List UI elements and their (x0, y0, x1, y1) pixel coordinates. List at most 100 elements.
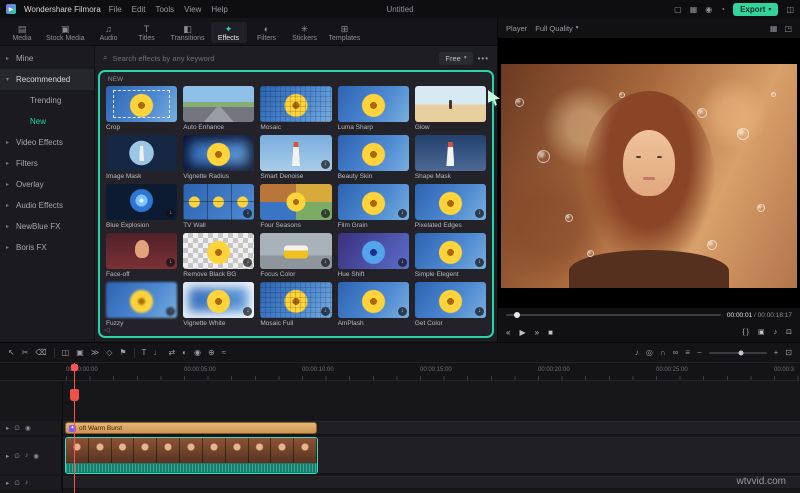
mixer-icon[interactable]: ♪ (635, 348, 639, 357)
fit-timeline-icon[interactable]: ⊡ (785, 348, 792, 357)
detach-window-icon[interactable]: ◳ (784, 24, 792, 33)
effect-item-shape-mask[interactable]: Shape Mask (414, 135, 486, 180)
menu-tools[interactable]: Tools (155, 5, 174, 14)
record-icon[interactable]: ◎ (646, 348, 653, 357)
effect-item-hue-shift[interactable]: ↓ Hue Shift (337, 233, 409, 278)
sidebar-item-trending[interactable]: Trending (0, 90, 94, 111)
quality-dropdown[interactable]: Full Quality ▾ (535, 24, 578, 33)
sidebar-item-new[interactable]: New (0, 111, 94, 132)
effect-item-vignette-white[interactable]: ↓ Vignette White (183, 282, 255, 327)
zoom-knob[interactable] (738, 350, 744, 355)
effect-item-focus-color[interactable]: ↓ Focus Color (260, 233, 332, 278)
sidebar-item-audio-effects[interactable]: ▸ Audio Effects (0, 195, 94, 216)
effect-item-amplash[interactable]: ↓ AmPlash (337, 282, 409, 327)
effect-item-crop[interactable]: Crop (106, 86, 178, 131)
effect-item-blue-explosion[interactable]: ↓ Blue Explosion (106, 184, 178, 229)
effect-clip[interactable]: ✦ oft Warm Burst (65, 422, 317, 434)
more-options-icon[interactable]: ••• (478, 54, 489, 63)
tab-filters[interactable]: ◐ Filters (249, 22, 285, 43)
split-icon[interactable]: ◫ (62, 348, 70, 357)
effect-item-luma-sharp[interactable]: Luma Sharp (337, 86, 409, 131)
seek-knob[interactable] (513, 312, 520, 318)
search-input[interactable] (112, 53, 435, 63)
tab-media[interactable]: ▤ Media (4, 22, 40, 43)
manage-tracks-icon[interactable]: ≡ (685, 348, 690, 357)
mark-in-out-icon[interactable]: { } (742, 329, 749, 336)
sidebar-item-recommended[interactable]: ▾ Recommended (0, 69, 94, 90)
effect-track-header[interactable]: ▸ ∅ ◉ (0, 421, 62, 435)
track-options-icon[interactable]: ▸ (6, 479, 9, 487)
price-filter-dropdown[interactable]: Free ▾ (439, 51, 473, 65)
eye-icon[interactable]: ◉ (25, 424, 31, 432)
track-options-icon[interactable]: ▸ (6, 424, 9, 432)
effect-item-film-grain[interactable]: ↓ Film Grain (337, 184, 409, 229)
playhead-line[interactable] (74, 363, 75, 493)
audio-track-header[interactable]: ▸ ∅ ♪ (0, 476, 62, 489)
tab-audio[interactable]: ♫ Audio (91, 22, 127, 43)
volume-icon[interactable]: ♪ (774, 329, 778, 336)
effect-item-smart-denoise[interactable]: ↓ Smart Denoise (260, 135, 332, 180)
timeline-ruler[interactable]: 00:00:00:00 00:00:05:00 00:00:10:00 00:00:1… (0, 363, 800, 381)
effect-item-auto-enhance[interactable]: Auto Enhance (183, 86, 255, 131)
effect-item-mosaic[interactable]: Mosaic (260, 86, 332, 131)
tab-templates[interactable]: ⊞ Templates (325, 22, 365, 43)
speed-icon[interactable]: ≫ (91, 348, 99, 357)
mute-icon[interactable]: ♪ (25, 479, 28, 486)
effect-item-mosaic-full[interactable]: ↓ Mosaic Full (260, 282, 332, 327)
playhead-pin[interactable] (70, 389, 79, 401)
effect-item-four-seasons[interactable]: ↓ Four Seasons (260, 184, 332, 229)
transition-icon[interactable]: ⇄ (168, 348, 175, 357)
video-clip[interactable] (65, 437, 318, 474)
zoom-slider[interactable] (708, 350, 767, 355)
play-button[interactable]: ▶ (519, 328, 525, 337)
effect-item-vignette-radius[interactable]: Vignette Radius (183, 135, 255, 180)
effect-item-pixelated-edges[interactable]: ↓ Pixelated Edges (414, 184, 486, 229)
mute-icon[interactable]: ♪ (25, 452, 28, 459)
tab-stock-media[interactable]: ▣ Stock Media (42, 22, 89, 43)
video-track-header[interactable]: ▸ ∅ ♪ ◉ (0, 437, 62, 474)
stabilize-icon[interactable]: ≈ (222, 348, 226, 357)
tab-transitions[interactable]: ◧ Transitions (167, 22, 209, 43)
marker-icon[interactable]: ⚑ (119, 348, 126, 357)
layout-icon[interactable]: ▦ (690, 5, 698, 14)
stop-button[interactable]: ■ (548, 328, 553, 337)
track-options-icon[interactable]: ▸ (6, 452, 9, 460)
lock-icon[interactable]: ∅ (14, 424, 20, 432)
keyframe-icon[interactable]: ◇ (106, 348, 112, 357)
sidebar-item-mine[interactable]: ▸ Mine (0, 48, 94, 69)
link-icon[interactable]: ∞ (673, 348, 679, 357)
pointer-tool-icon[interactable]: ↖ (8, 348, 15, 357)
sidebar-item-filters[interactable]: ▸ Filters (0, 153, 94, 174)
menu-view[interactable]: View (184, 5, 201, 14)
tab-stickers[interactable]: ✳ Stickers (287, 22, 323, 43)
text-tool-icon[interactable]: T (142, 348, 147, 357)
tab-titles[interactable]: T Titles (129, 22, 165, 43)
effect-item-beauty-skin[interactable]: Beauty Skin (337, 135, 409, 180)
voiceover-icon[interactable]: ♩ (153, 348, 161, 357)
audio-track-lane[interactable] (62, 476, 800, 489)
fullscreen-icon[interactable]: ⊡ (786, 328, 792, 336)
zoom-out-icon[interactable]: − (697, 348, 702, 357)
motion-track-icon[interactable]: ⊕ (208, 348, 215, 357)
eye-icon[interactable]: ◉ (33, 452, 39, 460)
effect-item-face-off[interactable]: ↓ Face-off (106, 233, 178, 278)
sidebar-item-boris-fx[interactable]: ▸ Boris FX (0, 237, 94, 258)
effect-item-tv-wall[interactable]: ↓ TV Wall (183, 184, 255, 229)
user-account-icon[interactable]: ◉ (705, 5, 712, 14)
next-frame-button[interactable]: » (535, 328, 539, 337)
lock-icon[interactable]: ∅ (14, 452, 20, 460)
zoom-in-icon[interactable]: + (774, 348, 779, 357)
snapshot-icon[interactable]: ▣ (758, 328, 765, 336)
lock-icon[interactable]: ∅ (14, 479, 20, 487)
delete-icon[interactable]: ⌫ (35, 348, 46, 357)
effect-item-fuzzy[interactable]: ↓ Fuzzy (106, 282, 178, 327)
effect-item-image-mask[interactable]: Image Mask (106, 135, 178, 180)
tab-effects[interactable]: ✦ Effects (210, 22, 247, 43)
sidebar-item-overlay[interactable]: ▸ Overlay (0, 174, 94, 195)
sidebar-item-newblue-fx[interactable]: ▸ NewBlue FX (0, 216, 94, 237)
notification-icon[interactable]: ◔ (720, 5, 725, 14)
screen-recorder-icon[interactable]: ▢ (674, 5, 682, 14)
effect-item-get-color[interactable]: ↓ Get Color (414, 282, 486, 327)
sidebar-item-video-effects[interactable]: ▸ Video Effects (0, 132, 94, 153)
grid-view-icon[interactable]: ▦ (770, 24, 778, 33)
